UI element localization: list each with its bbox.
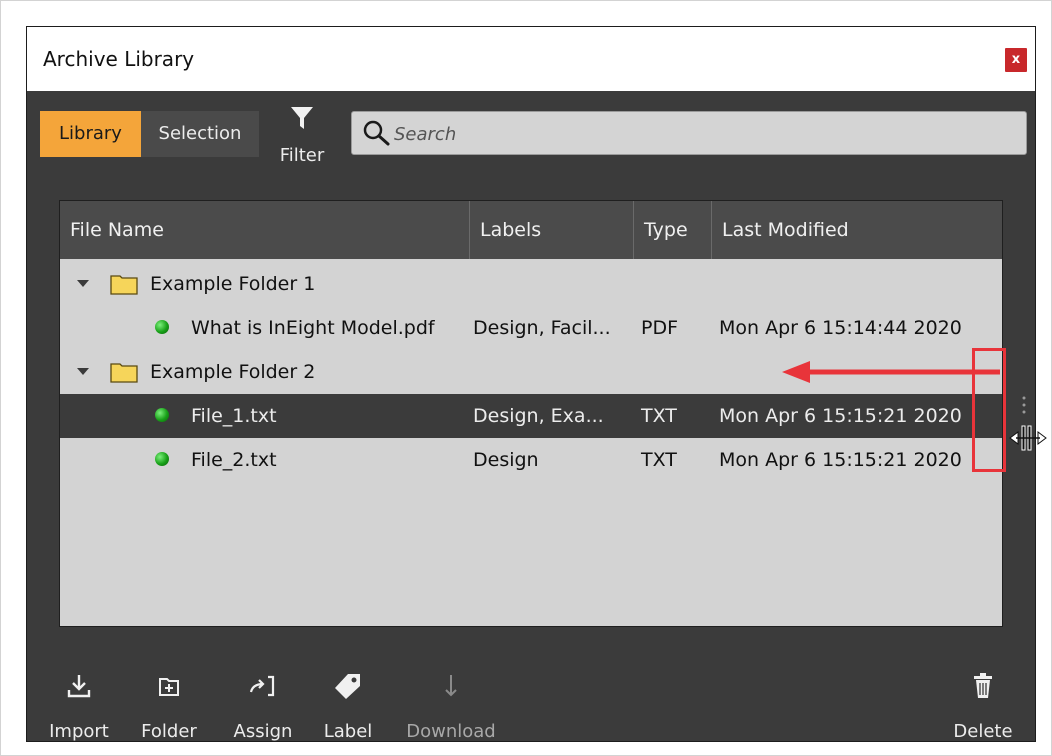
window-title: Archive Library (43, 47, 195, 71)
file-type: TXT (641, 449, 677, 471)
column-header-last-modified[interactable]: Last Modified (711, 201, 1003, 259)
filter-icon (291, 107, 313, 129)
table-row-selected[interactable]: File_1.txt Design, Exa... TXT Mon Apr 6 … (60, 394, 1002, 438)
label-button[interactable]: Label (313, 672, 383, 742)
file-type: PDF (641, 317, 679, 339)
splitter-grip-icon[interactable] (1021, 395, 1027, 415)
import-icon (67, 675, 91, 698)
expand-arrow-icon[interactable] (74, 262, 92, 306)
import-button[interactable]: Import (43, 672, 115, 742)
folder-name: Example Folder 1 (150, 273, 316, 295)
new-folder-button[interactable]: Folder (133, 672, 205, 742)
tab-selection[interactable]: Selection (141, 111, 259, 157)
table-row[interactable]: What is InEight Model.pdf Design, Facil.… (60, 306, 1002, 350)
table-row[interactable]: File_2.txt Design TXT Mon Apr 6 15:15:21… (60, 438, 1002, 482)
resize-cursor-icon (1009, 425, 1047, 451)
folder-icon (110, 275, 138, 295)
expand-arrow-icon[interactable] (74, 350, 92, 394)
file-labels: Design, Facil... (473, 317, 611, 339)
assign-label: Assign (233, 721, 293, 742)
close-button[interactable]: x (1005, 48, 1027, 72)
download-icon (445, 675, 457, 697)
file-list-panel: File Name Labels Type Last Modified Exam… (59, 200, 1003, 627)
file-modified: Mon Apr 6 15:14:44 2020 (719, 317, 962, 339)
file-labels: Design, Exa... (473, 405, 604, 427)
column-header-type[interactable]: Type (633, 201, 711, 259)
status-dot-icon (155, 408, 169, 422)
filter-label: Filter (279, 145, 325, 166)
search-icon (363, 120, 390, 146)
assign-button[interactable]: Assign (223, 672, 303, 742)
assign-icon (249, 675, 275, 697)
table-header: File Name Labels Type Last Modified (60, 201, 1002, 259)
file-modified: Mon Apr 6 15:15:21 2020 (719, 405, 962, 427)
delete-label: Delete (953, 721, 1013, 742)
file-name: File_1.txt (191, 405, 277, 427)
folder-name: Example Folder 2 (150, 361, 316, 383)
status-dot-icon (155, 452, 169, 466)
trash-icon (974, 673, 992, 698)
new-folder-icon (159, 678, 179, 696)
title-bar: Archive Library x (27, 27, 1035, 91)
annotation-arrow (782, 361, 1000, 383)
import-label: Import (49, 721, 109, 742)
filter-button[interactable]: Filter (272, 105, 332, 169)
status-dot-icon (155, 320, 169, 334)
folder-icon (110, 363, 138, 383)
delete-button[interactable]: Delete (943, 672, 1023, 742)
file-labels: Design (473, 449, 539, 471)
file-type: TXT (641, 405, 677, 427)
download-label: Download (406, 721, 496, 742)
annotation-highlight-box (972, 348, 1006, 472)
file-modified: Mon Apr 6 15:15:21 2020 (719, 449, 962, 471)
column-header-labels[interactable]: Labels (469, 201, 633, 259)
search-box[interactable] (351, 111, 1027, 156)
tab-library[interactable]: Library (40, 111, 141, 157)
folder-label: Folder (141, 721, 197, 742)
search-input[interactable] (392, 112, 1016, 156)
folder-row-example-folder-1[interactable]: Example Folder 1 (60, 262, 1002, 306)
tag-icon (335, 674, 360, 699)
file-name: What is InEight Model.pdf (191, 317, 435, 339)
bottom-toolbar: Import Folder Assign Label Download Dele… (27, 672, 1035, 742)
file-name: File_2.txt (191, 449, 277, 471)
label-label: Label (323, 721, 373, 742)
column-header-file-name[interactable]: File Name (60, 201, 469, 259)
download-button[interactable]: Download (399, 672, 503, 742)
